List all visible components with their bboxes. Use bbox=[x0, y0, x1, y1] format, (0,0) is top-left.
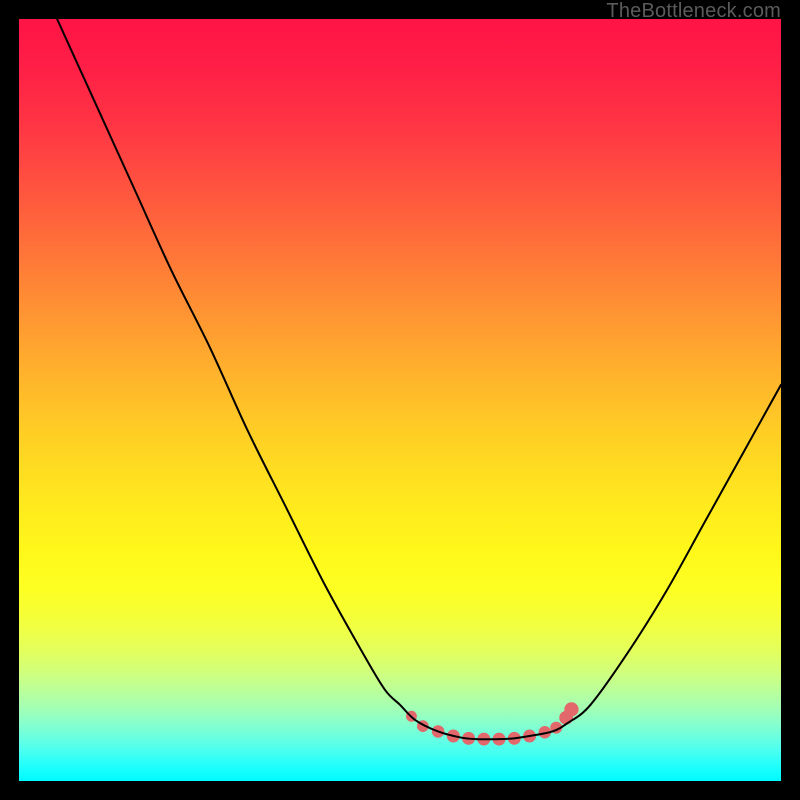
curve-layer bbox=[19, 19, 781, 781]
plot-area bbox=[19, 19, 781, 781]
bead-dot bbox=[564, 702, 578, 716]
bottleneck-curve bbox=[57, 19, 781, 739]
chart-stage: TheBottleneck.com bbox=[0, 0, 800, 800]
watermark-text: TheBottleneck.com bbox=[606, 0, 781, 23]
